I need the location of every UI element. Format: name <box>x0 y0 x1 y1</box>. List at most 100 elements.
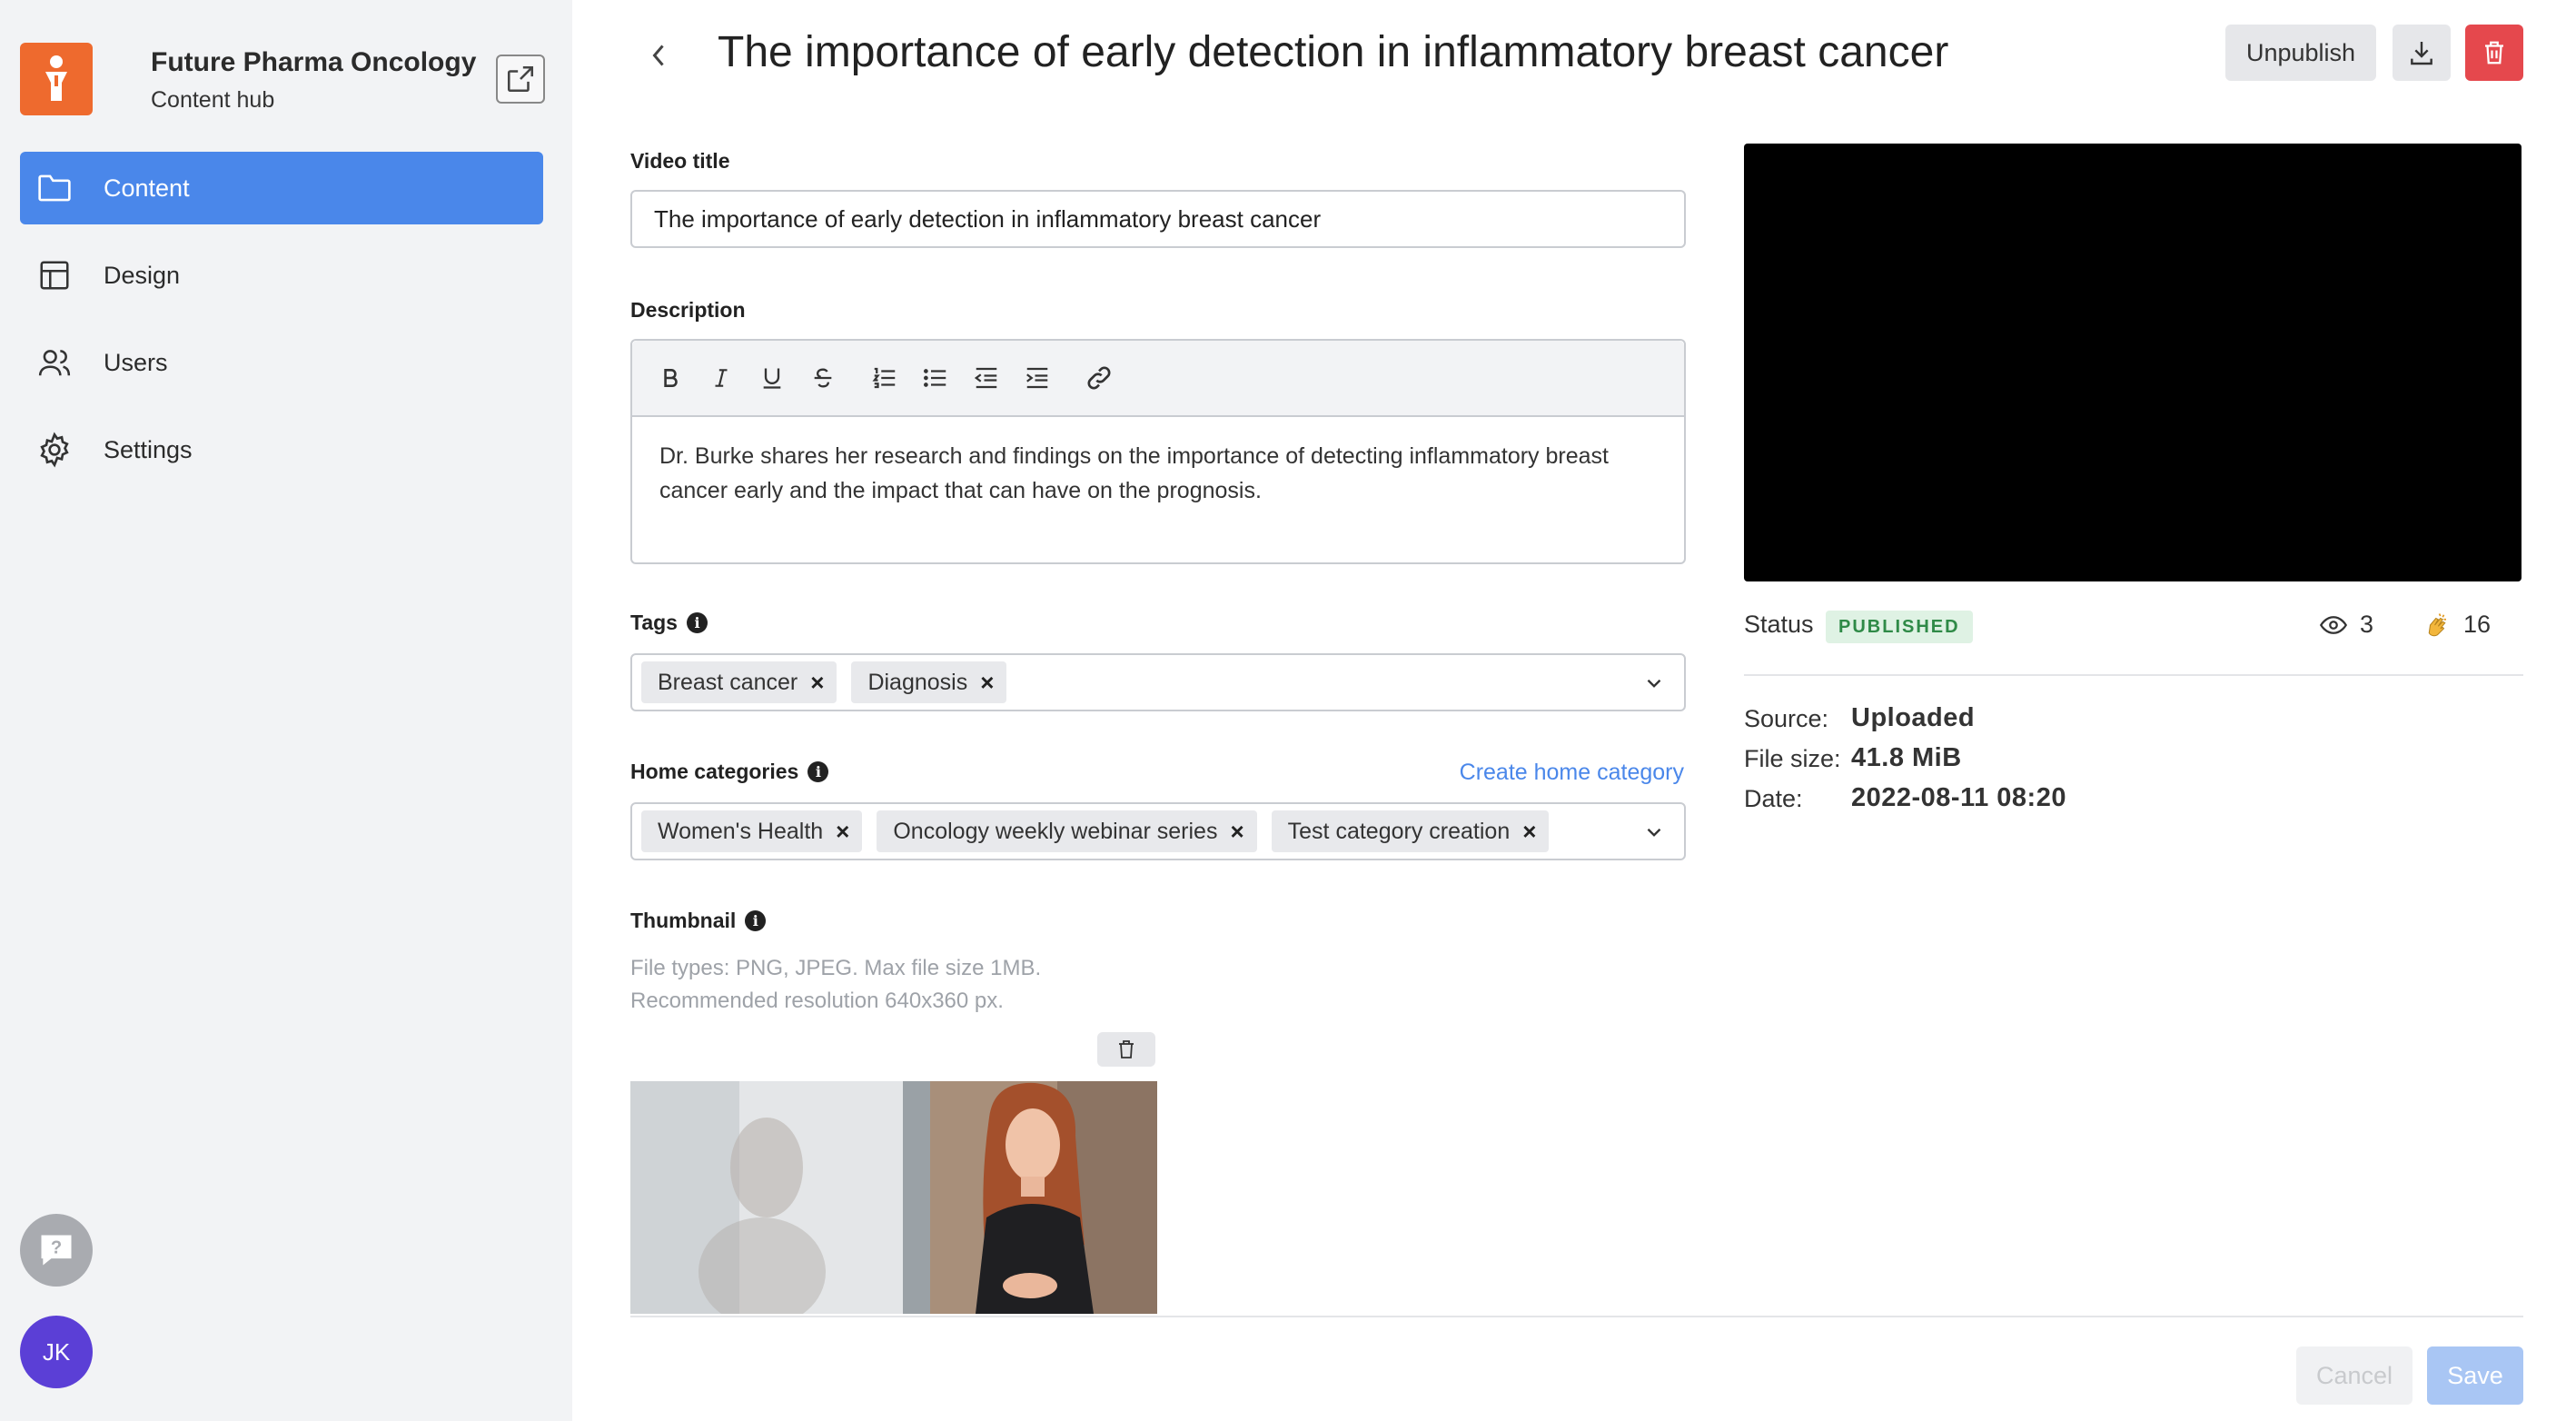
home-categories-input[interactable]: Women's Health × Oncology weekly webinar … <box>630 802 1686 860</box>
download-icon <box>2411 42 2432 65</box>
create-home-category-link[interactable]: Create home category <box>1460 760 1684 786</box>
remove-category-icon[interactable]: × <box>1522 818 1536 846</box>
filesize-value: 41.8 MiB <box>1851 743 1962 772</box>
category-chip-label: Oncology weekly webinar series <box>893 818 1218 844</box>
sidebar-item-users[interactable]: Users <box>20 326 543 399</box>
org-logo[interactable] <box>20 43 93 115</box>
editor-toolbar <box>632 341 1684 417</box>
chevron-down-icon[interactable] <box>1642 671 1666 695</box>
users-icon <box>35 343 74 383</box>
video-title-value: The importance of early detection in inf… <box>654 204 1322 233</box>
tag-chip: Diagnosis × <box>851 661 1007 703</box>
thumbnail-label-text: Thumbnail <box>630 909 737 932</box>
tag-chip-label: Breast cancer <box>658 669 798 695</box>
delete-button[interactable] <box>2465 25 2523 81</box>
open-external-button[interactable] <box>496 55 545 104</box>
thumbnail-hint-line: Recommended resolution 640x360 px. <box>630 989 1004 1013</box>
thumbnail-hint-line: File types: PNG, JPEG. Max file size 1MB… <box>630 956 1042 980</box>
trash-icon <box>2485 41 2503 65</box>
indent-icon[interactable] <box>1019 360 1055 396</box>
category-chip-label: Women's Health <box>658 818 824 844</box>
trash-icon <box>1119 1040 1134 1058</box>
details-divider <box>1744 674 2523 676</box>
help-button[interactable]: ? <box>20 1214 93 1287</box>
unpublish-button[interactable]: Unpublish <box>2225 25 2376 81</box>
claps-stat: 16 <box>2423 611 2491 639</box>
tags-label: Tags i <box>630 611 708 635</box>
ordered-list-icon[interactable] <box>867 360 903 396</box>
sidebar-item-label: Settings <box>104 435 193 463</box>
thumbnail-photo <box>630 1081 1157 1314</box>
user-avatar[interactable]: JK <box>20 1316 93 1388</box>
sidebar-item-label: Design <box>104 261 181 289</box>
source-value: Uploaded <box>1851 703 1976 732</box>
bullet-list-icon[interactable] <box>917 360 954 396</box>
date-label: Date: <box>1744 785 1803 812</box>
claps-count: 16 <box>2463 611 2492 638</box>
info-icon[interactable]: i <box>745 910 767 931</box>
remove-tag-icon[interactable]: × <box>810 669 824 697</box>
clap-icon <box>2428 612 2446 636</box>
underline-icon[interactable] <box>754 360 790 396</box>
footer-divider <box>630 1316 2523 1317</box>
filesize-label: File size: <box>1744 745 1841 772</box>
tag-chip-label: Diagnosis <box>867 669 968 695</box>
page-title: The importance of early detection in inf… <box>718 28 1949 76</box>
status-badge: PUBLISHED <box>1826 611 1973 643</box>
tags-label-text: Tags <box>630 611 678 634</box>
tag-chip: Breast cancer × <box>641 661 837 703</box>
info-icon[interactable]: i <box>807 761 829 782</box>
download-button[interactable] <box>2393 25 2451 81</box>
description-text: Dr. Burke shares her research and findin… <box>659 443 1609 503</box>
remove-category-icon[interactable]: × <box>836 818 849 846</box>
views-stat: 3 <box>2320 611 2373 639</box>
video-player[interactable] <box>1744 144 2522 581</box>
help-chat-icon: ? <box>41 1235 72 1266</box>
remove-tag-icon[interactable]: × <box>980 669 994 697</box>
chevron-down-icon[interactable] <box>1642 820 1666 844</box>
thumbnail-hint: File types: PNG, JPEG. Max file size 1MB… <box>630 952 1041 1018</box>
eye-icon <box>2320 615 2347 634</box>
category-chip: Test category creation × <box>1271 810 1550 852</box>
remove-category-icon[interactable]: × <box>1230 818 1243 846</box>
home-categories-label-text: Home categories <box>630 760 799 783</box>
sidebar-item-label: Users <box>104 348 168 376</box>
sidebar-item-content[interactable]: Content <box>20 152 543 224</box>
video-title-input[interactable]: The importance of early detection in inf… <box>630 190 1686 248</box>
link-icon[interactable] <box>1081 360 1117 396</box>
source-label: Source: <box>1744 705 1829 732</box>
video-title-label-text: Video title <box>630 149 730 173</box>
back-button[interactable] <box>636 33 681 78</box>
strikethrough-icon[interactable] <box>805 360 841 396</box>
description-label-text: Description <box>630 298 746 322</box>
external-link-icon <box>507 65 534 93</box>
org-subtitle: Content hub <box>151 87 275 113</box>
category-chip: Women's Health × <box>641 810 863 852</box>
category-chip-label: Test category creation <box>1287 818 1511 844</box>
home-categories-label: Home categories i <box>630 760 829 784</box>
bold-icon[interactable] <box>652 360 689 396</box>
description-editor[interactable]: Dr. Burke shares her research and findin… <box>630 339 1686 564</box>
outdent-icon[interactable] <box>968 360 1005 396</box>
thumbnail-label: Thumbnail i <box>630 909 767 933</box>
sidebar-item-design[interactable]: Design <box>20 239 543 312</box>
sidebar-item-settings[interactable]: Settings <box>20 413 543 486</box>
person-icon <box>45 55 67 101</box>
cancel-button[interactable]: Cancel <box>2296 1346 2413 1405</box>
date-value: 2022-08-11 08:20 <box>1851 783 2066 812</box>
save-button[interactable]: Save <box>2427 1346 2523 1405</box>
italic-icon[interactable] <box>703 360 739 396</box>
chevron-left-icon <box>652 45 664 66</box>
svg-text:?: ? <box>51 1238 62 1258</box>
video-title-label: Video title <box>630 149 730 174</box>
status-label: Status <box>1744 611 1814 638</box>
sidebar-item-label: Content <box>104 174 190 202</box>
views-count: 3 <box>2360 611 2374 638</box>
layout-icon <box>35 255 74 295</box>
delete-thumbnail-button[interactable] <box>1097 1032 1155 1067</box>
info-icon[interactable]: i <box>686 612 708 633</box>
category-chip: Oncology weekly webinar series × <box>877 810 1257 852</box>
description-label: Description <box>630 298 746 323</box>
tags-input[interactable]: Breast cancer × Diagnosis × <box>630 653 1686 711</box>
folder-icon <box>35 168 74 208</box>
